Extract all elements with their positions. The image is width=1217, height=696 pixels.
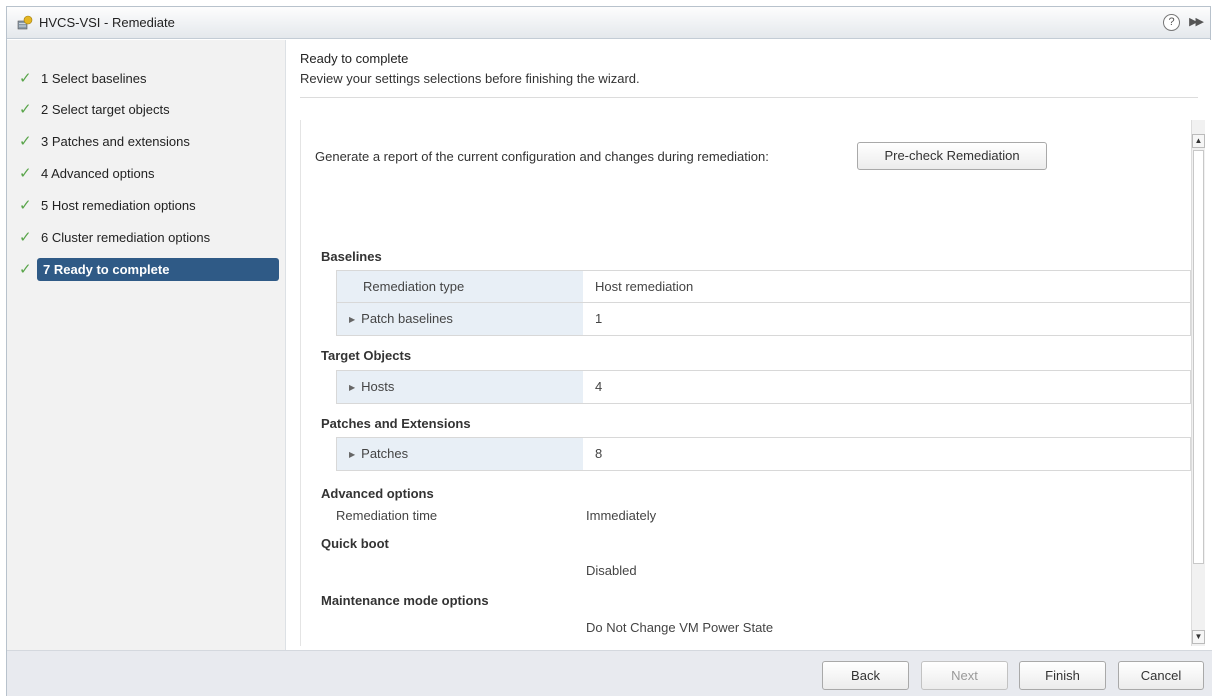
patches-value: 8 [595, 446, 603, 461]
target-objects-heading: Target Objects [321, 348, 412, 363]
check-icon: ✓ [19, 165, 32, 182]
wizard-steps-sidebar: ✓ 1 Select baselines ✓ 2 Select target o… [7, 40, 286, 650]
step-label: 5 Host remediation options [41, 198, 196, 213]
next-button[interactable]: Next [921, 661, 1008, 690]
back-button[interactable]: Back [822, 661, 909, 690]
table-row[interactable]: ▶ Patches 8 [337, 438, 1190, 470]
patch-baselines-value: 1 [595, 311, 603, 326]
patches-table: ▶ Patches 8 [336, 437, 1191, 471]
page-subtitle: Review your settings selections before f… [300, 71, 640, 86]
quick-boot-value: Disabled [586, 563, 637, 578]
table-row: Remediation type Host remediation [337, 271, 1190, 303]
check-icon: ✓ [19, 229, 32, 246]
step-patches-and-extensions[interactable]: ✓ 3 Patches and extensions [17, 130, 279, 153]
vertical-scrollbar[interactable]: ▲ ▼ [1191, 120, 1205, 646]
step-select-target-objects[interactable]: ✓ 2 Select target objects [17, 98, 279, 121]
hosts-label: Hosts [361, 379, 395, 394]
maintenance-mode-value: Do Not Change VM Power State [586, 620, 774, 635]
remediation-time-key: Remediation time [336, 508, 438, 523]
title-bar: HVCS-VSI - Remediate ? ▶▶ [7, 7, 1210, 39]
header-divider [300, 97, 1198, 98]
advanced-options-heading: Advanced options [321, 486, 434, 501]
step-cluster-remediation-options[interactable]: ✓ 6 Cluster remediation options [17, 226, 279, 249]
step-ready-to-complete[interactable]: ✓ 7 Ready to complete [17, 258, 279, 281]
page-title: Ready to complete [300, 51, 409, 66]
step-label: 4 Advanced options [41, 166, 155, 181]
patches-extensions-heading: Patches and Extensions [321, 416, 471, 431]
table-row[interactable]: ▶ Patch baselines 1 [337, 303, 1190, 335]
expand-triangle-icon[interactable]: ▶ [349, 383, 355, 392]
check-icon: ✓ [19, 133, 32, 150]
step-host-remediation-options[interactable]: ✓ 5 Host remediation options [17, 194, 279, 217]
wizard-footer: Back Next Finish Cancel [7, 650, 1212, 696]
step-advanced-options[interactable]: ✓ 4 Advanced options [17, 162, 279, 185]
summary-scroll-area[interactable]: Generate a report of the current configu… [300, 120, 1205, 646]
step-label: 2 Select target objects [41, 102, 170, 117]
target-objects-table: ▶ Hosts 4 [336, 370, 1191, 404]
window-title: HVCS-VSI - Remediate [39, 15, 175, 30]
step-label: 6 Cluster remediation options [41, 230, 211, 245]
remediation-time-value: Immediately [586, 508, 657, 523]
finish-button[interactable]: Finish [1019, 661, 1106, 690]
remediation-type-key: Remediation type [337, 271, 583, 302]
check-icon: ✓ [19, 261, 32, 278]
scroll-down-arrow-icon[interactable]: ▼ [1192, 630, 1205, 644]
expand-triangle-icon[interactable]: ▶ [349, 315, 355, 324]
generate-report-text: Generate a report of the current configu… [315, 149, 769, 164]
patches-label: Patches [361, 446, 409, 461]
host-cluster-icon [17, 15, 33, 30]
table-row[interactable]: ▶ Hosts 4 [337, 371, 1190, 403]
cancel-button[interactable]: Cancel [1118, 661, 1204, 690]
step-label: 3 Patches and extensions [41, 134, 190, 149]
maintenance-mode-heading: Maintenance mode options [321, 593, 489, 608]
patch-baselines-label: Patch baselines [361, 311, 453, 326]
baselines-table: Remediation type Host remediation ▶ Patch… [336, 270, 1191, 336]
step-label: 1 Select baselines [41, 71, 147, 86]
scroll-up-arrow-icon[interactable]: ▲ [1192, 134, 1205, 148]
check-icon: ✓ [19, 197, 32, 214]
quick-boot-heading: Quick boot [321, 536, 389, 551]
remediate-wizard-window: HVCS-VSI - Remediate ? ▶▶ ✓ 1 Select bas… [6, 6, 1212, 696]
patch-baselines-key[interactable]: ▶ Patch baselines [337, 303, 583, 335]
step-select-baselines[interactable]: ✓ 1 Select baselines [17, 67, 279, 90]
step-label: 7 Ready to complete [37, 258, 279, 281]
main-panel: Ready to complete Review your settings s… [287, 40, 1211, 650]
check-icon: ✓ [19, 70, 32, 87]
patches-key[interactable]: ▶ Patches [337, 438, 583, 470]
help-icon[interactable]: ? [1163, 14, 1180, 31]
expand-icon[interactable]: ▶▶ [1189, 15, 1204, 28]
check-icon: ✓ [19, 101, 32, 118]
expand-triangle-icon[interactable]: ▶ [349, 450, 355, 459]
remediation-type-value: Host remediation [595, 279, 694, 294]
precheck-remediation-button[interactable]: Pre-check Remediation [857, 142, 1047, 170]
baselines-heading: Baselines [321, 249, 382, 264]
hosts-key[interactable]: ▶ Hosts [337, 371, 583, 403]
scrollbar-thumb[interactable] [1193, 150, 1204, 564]
hosts-value: 4 [595, 379, 603, 394]
